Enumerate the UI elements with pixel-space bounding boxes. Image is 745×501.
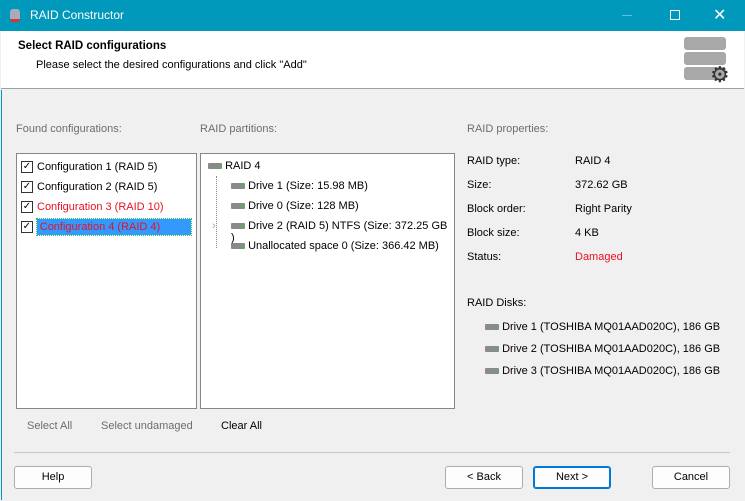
tree-root-label: RAID 4	[225, 160, 261, 172]
raid-disk-label: Drive 1 (TOSHIBA MQ01AAD020C), 186 GB	[502, 321, 721, 333]
prop-key: RAID type:	[467, 155, 521, 167]
drive-icon	[231, 223, 245, 230]
prop-value: 372.62 GB	[575, 179, 628, 191]
configuration-label: Configuration 3 (RAID 10)	[37, 200, 164, 213]
page-title: Select RAID configurations	[18, 40, 167, 52]
checkbox[interactable]: ✓	[21, 220, 33, 233]
configuration-item-selected[interactable]: ✓ Configuration 4 (RAID 4)	[21, 217, 193, 236]
select-undamaged-link[interactable]: Select undamaged	[101, 420, 193, 432]
title-bar: RAID Constructor ✕	[0, 0, 745, 31]
tree-root[interactable]: RAID 4	[208, 160, 261, 172]
checkbox[interactable]: ✓	[21, 160, 33, 173]
raid-disk: Drive 2 (TOSHIBA MQ01AAD020C), 186 GB	[485, 343, 720, 355]
raid-disk: Drive 3 (TOSHIBA MQ01AAD020C), 186 GB	[485, 365, 720, 377]
drive-icon	[231, 243, 245, 250]
raid-disk: Drive 1 (TOSHIBA MQ01AAD020C), 186 GB	[485, 321, 720, 333]
raid-partitions-label: RAID partitions:	[200, 123, 278, 135]
raid-disks-label: RAID Disks:	[467, 297, 527, 309]
configuration-item[interactable]: ✓ Configuration 3 (RAID 10)	[21, 197, 191, 216]
checkbox[interactable]: ✓	[21, 200, 33, 213]
drive-icon	[485, 368, 499, 375]
help-button[interactable]: Help	[14, 466, 92, 489]
prop-value: Right Parity	[575, 203, 632, 215]
window-title: RAID Constructor	[30, 8, 125, 22]
tree-node[interactable]: Drive 1 (Size: 15.98 MB)	[231, 180, 368, 192]
raid-icon	[208, 163, 222, 170]
prop-key: Block order:	[467, 203, 526, 215]
page-subtitle: Please select the desired configurations…	[36, 59, 307, 71]
maximize-button[interactable]	[670, 10, 680, 20]
tree-node[interactable]: Unallocated space 0 (Size: 366.42 MB)	[231, 240, 439, 252]
prop-key: Size:	[467, 179, 492, 191]
expand-chevron-icon[interactable]: ›	[212, 220, 216, 232]
back-button[interactable]: < Back	[445, 466, 523, 489]
drive-icon	[485, 346, 499, 353]
minimize-button[interactable]	[622, 15, 632, 16]
prop-value: RAID 4	[575, 155, 611, 167]
app-icon	[10, 9, 20, 22]
tree-node-label: Drive 0 (Size: 128 MB)	[248, 200, 359, 212]
configurations-list[interactable]: ✓ Configuration 1 (RAID 5) ✓ Configuration…	[16, 153, 197, 409]
drive-icon	[231, 203, 245, 210]
prop-key: Block size:	[467, 227, 520, 239]
configuration-label: Configuration 4 (RAID 4)	[35, 217, 193, 236]
next-button[interactable]: Next >	[533, 466, 611, 489]
cancel-button[interactable]: Cancel	[652, 466, 730, 489]
raid-server-icon: ⚙	[684, 37, 730, 86]
clear-all-link[interactable]: Clear All	[221, 420, 262, 432]
configuration-label: Configuration 2 (RAID 5)	[37, 180, 158, 193]
tree-node[interactable]: Drive 0 (Size: 128 MB)	[231, 200, 359, 212]
tree-node-label: Drive 1 (Size: 15.98 MB)	[248, 180, 368, 192]
status-value: Damaged	[575, 251, 623, 263]
checkbox[interactable]: ✓	[21, 180, 33, 193]
configuration-item[interactable]: ✓ Configuration 2 (RAID 5)	[21, 177, 191, 196]
partitions-tree[interactable]: RAID 4 Drive 1 (Size: 15.98 MB) Drive 0 …	[200, 153, 455, 409]
raid-disk-label: Drive 3 (TOSHIBA MQ01AAD020C), 186 GB	[502, 365, 721, 377]
divider	[14, 452, 730, 453]
prop-key: Status:	[467, 251, 502, 263]
configuration-item[interactable]: ✓ Configuration 1 (RAID 5)	[21, 157, 191, 176]
raid-disk-label: Drive 2 (TOSHIBA MQ01AAD020C), 186 GB	[502, 343, 721, 355]
select-all-link[interactable]: Select All	[27, 420, 72, 432]
drive-icon	[485, 324, 499, 331]
tree-node-label: Unallocated space 0 (Size: 366.42 MB)	[248, 240, 439, 252]
drive-icon	[231, 183, 245, 190]
close-button[interactable]: ✕	[713, 5, 726, 25]
configuration-label: Configuration 1 (RAID 5)	[37, 160, 158, 173]
raid-properties-label: RAID properties:	[467, 123, 549, 135]
wizard-header: Select RAID configurations Please select…	[1, 31, 744, 89]
prop-value: 4 KB	[575, 227, 599, 239]
found-configurations-label: Found configurations:	[16, 123, 122, 135]
